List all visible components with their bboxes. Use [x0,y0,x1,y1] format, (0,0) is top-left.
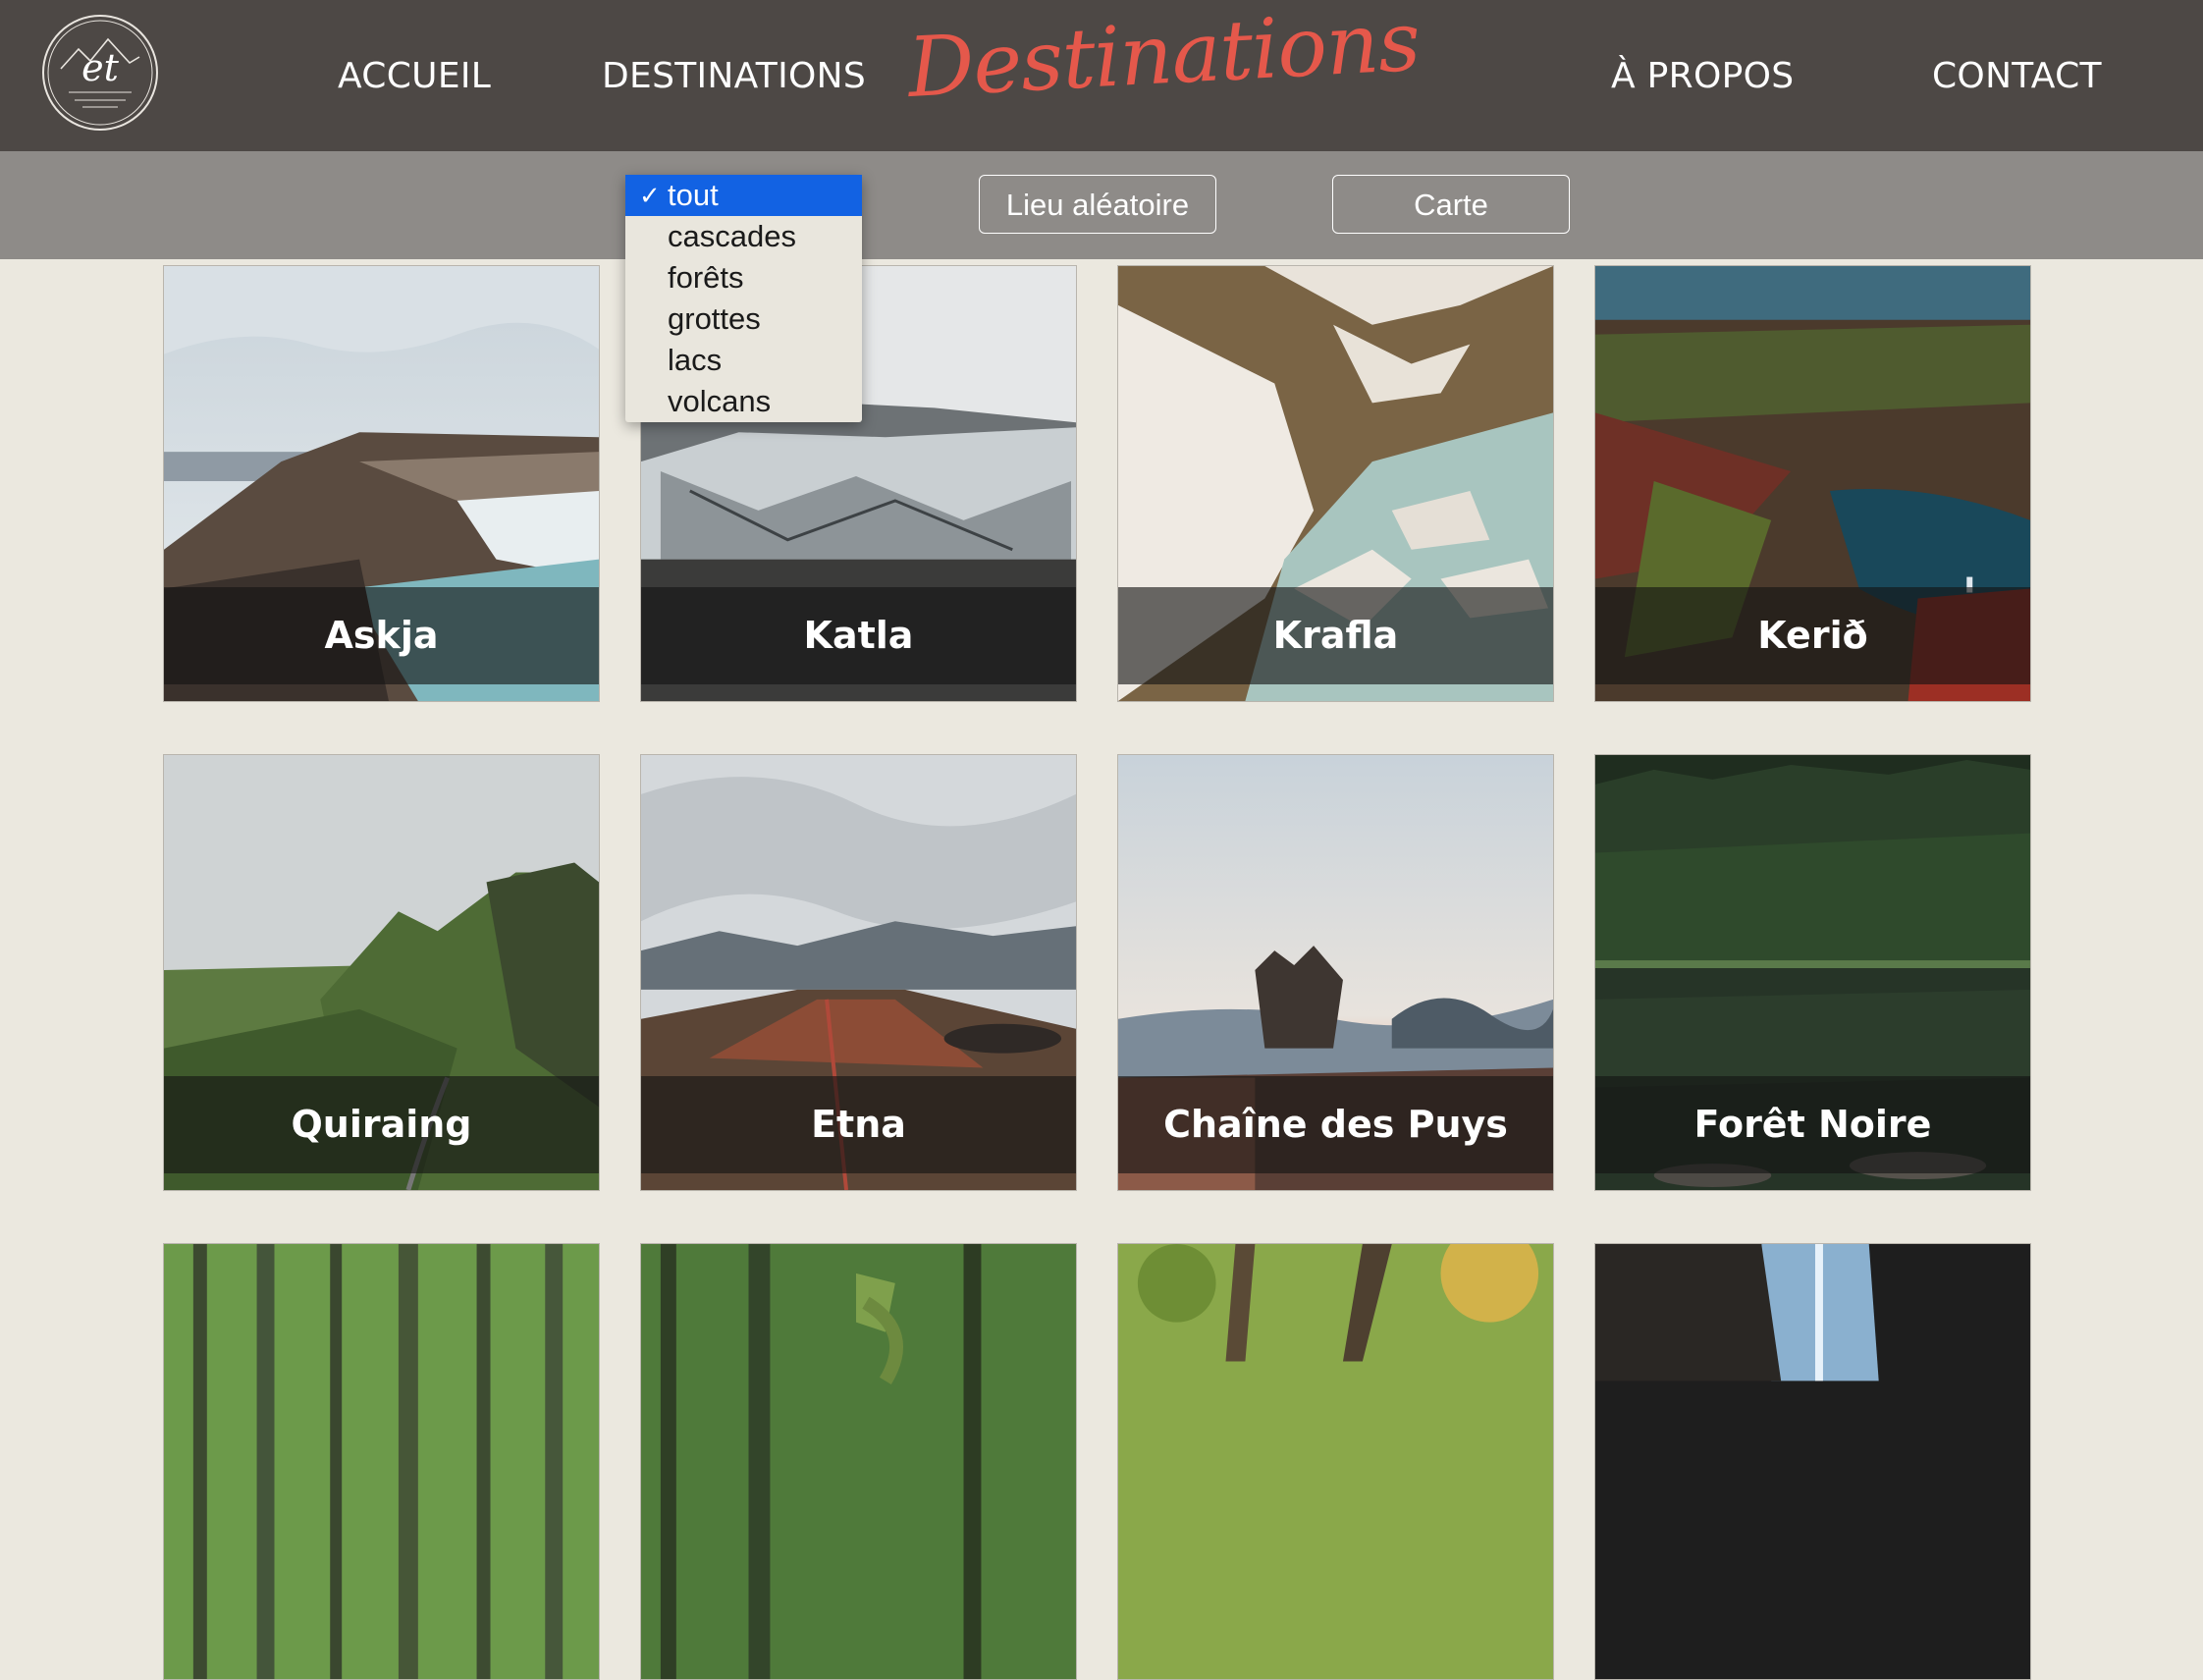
filter-option-label: lacs [668,343,723,377]
destination-card[interactable]: Etna [640,754,1077,1191]
filter-option-label: volcans [668,384,772,418]
filter-option-label: forêts [668,260,744,295]
filter-option-grottes[interactable]: grottes [625,298,862,340]
destination-card[interactable]: Chaîne des Puys [1117,754,1554,1191]
destination-name: Forêt Noire [1595,1076,2030,1173]
destination-card[interactable] [1117,1243,1554,1680]
destination-card[interactable]: Forêt Noire [1594,754,2031,1191]
destination-name: Katla [641,587,1076,684]
checkmark-icon: ✓ [639,181,661,210]
nav-contact[interactable]: CONTACT [1932,53,2102,100]
destination-card[interactable] [640,1243,1077,1680]
destination-photo [1595,1244,2030,1679]
svg-text:et: et [81,46,119,89]
filter-option-cascades[interactable]: cascades [625,216,862,257]
nav-accueil[interactable]: ACCUEIL [338,53,491,100]
random-place-button[interactable]: Lieu aléatoire [979,175,1216,234]
destination-name: Etna [641,1076,1076,1173]
nav-a-propos[interactable]: À PROPOS [1611,53,1794,100]
destination-photo [164,1244,599,1679]
filter-option-label: grottes [668,301,761,336]
destination-name: Krafla [1118,587,1553,684]
site-header: et ACCUEIL DESTINATIONS Destinations À P… [0,0,2203,151]
nav-destinations[interactable]: DESTINATIONS [602,53,866,100]
destination-name: Kerið [1595,587,2030,684]
filter-option-label: tout [668,178,719,212]
destination-name: Askja [164,587,599,684]
filter-option-label: cascades [668,219,796,253]
filter-toolbar: Lieu aléatoire Carte [0,151,2203,259]
filter-option-tout[interactable]: ✓ tout [625,175,862,216]
destination-card[interactable]: Quiraing [163,754,600,1191]
filter-option-volcans[interactable]: volcans [625,381,862,422]
destination-photo [641,1244,1076,1679]
destination-card[interactable]: Kerið [1594,265,2031,702]
destination-card[interactable]: Krafla [1117,265,1554,702]
destination-photo [1118,1244,1553,1679]
destination-card[interactable]: Askja [163,265,600,702]
destination-name: Chaîne des Puys [1118,1076,1553,1173]
map-button[interactable]: Carte [1332,175,1570,234]
destination-card[interactable] [1594,1243,2031,1680]
filter-option-forets[interactable]: forêts [625,257,862,298]
category-filter-dropdown[interactable]: ✓ tout cascades forêts grottes lacs volc… [625,175,862,422]
site-logo[interactable]: et [39,12,161,134]
page-title: Destinations [905,0,1423,116]
destination-name: Quiraing [164,1076,599,1173]
filter-option-lacs[interactable]: lacs [625,340,862,381]
destination-card[interactable] [163,1243,600,1680]
